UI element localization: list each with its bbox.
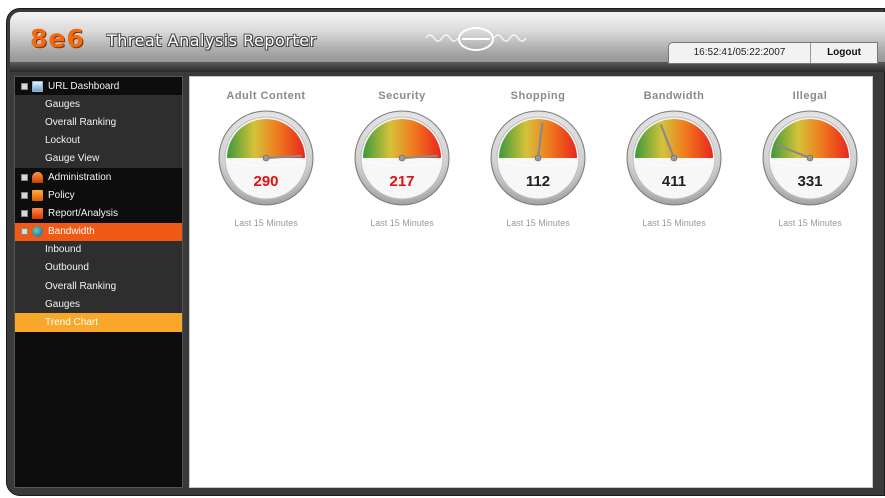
gauge-footer: Last 15 Minutes <box>506 218 570 228</box>
expand-toggle-icon[interactable] <box>21 191 28 199</box>
sidebar-item-outbound[interactable]: Outbound <box>15 258 182 278</box>
sidebar-item-label: Gauges <box>45 298 81 310</box>
gauge-value: 112 <box>525 173 551 190</box>
expand-toggle-icon[interactable] <box>21 209 28 217</box>
brand-logo: 8e6 <box>30 24 85 53</box>
sidebar-item-label: Overall Ranking <box>45 116 117 128</box>
gauge-hub <box>398 154 406 162</box>
sidebar-item-lockout[interactable]: Lockout <box>15 131 182 150</box>
gauge-title: Shopping <box>510 90 566 102</box>
gauge-value: 290 <box>253 173 279 190</box>
app-title: Threat Analysis Reporter <box>107 31 317 50</box>
sidebar-item-gauges[interactable]: Gauges <box>15 95 182 114</box>
sidebar-item-label: URL Dashboard <box>48 80 120 92</box>
sidebar-item-label: Overall Ranking <box>45 280 117 292</box>
gauge-dial-icon <box>490 110 586 206</box>
gauge-title: Illegal <box>792 90 828 102</box>
gauge-illegal[interactable]: Illegal 331 Last 15 Minutes <box>750 77 870 237</box>
status-bar: 16:52:41/05:22:2007 Logout <box>668 42 878 64</box>
gauge-dial-icon <box>626 110 722 206</box>
gauge-hub <box>534 154 542 162</box>
sidebar-item-gauges[interactable]: Gauges <box>15 295 182 314</box>
policy-icon <box>32 189 43 201</box>
sidebar-item-bandwidth[interactable]: Bandwidth <box>15 222 182 241</box>
sidebar-item-label: Gauge View <box>45 153 100 165</box>
sidebar-item-overall-ranking[interactable]: Overall Ranking <box>15 113 182 132</box>
gauge-shopping[interactable]: Shopping 112 Last 15 Minutes <box>478 77 598 237</box>
gauge-title: Bandwidth <box>643 90 705 102</box>
gauge-hub <box>670 154 678 162</box>
sidebar-item-label: Gauges <box>45 98 81 110</box>
expand-toggle-icon[interactable] <box>21 82 28 90</box>
gauge-dial-icon <box>218 110 314 206</box>
sidebar-item-label: Lockout <box>45 135 81 147</box>
gauge-panel: Adult Content 290 Last 15 Minutes Securi… <box>189 76 873 488</box>
report-analysis-icon <box>32 207 43 219</box>
sidebar-item-trend-chart[interactable]: Trend Chart <box>15 313 182 332</box>
sidebar-item-administration[interactable]: Administration <box>15 168 182 186</box>
gauge-hub <box>806 154 814 162</box>
sidebar-item-label: Bandwidth <box>48 226 95 238</box>
gauge-value: 217 <box>389 173 415 190</box>
sidebar-item-report-analysis[interactable]: Report/Analysis <box>15 204 182 222</box>
gauge-footer: Last 15 Minutes <box>370 218 434 228</box>
gauge-adult-content[interactable]: Adult Content 290 Last 15 Minutes <box>206 77 326 237</box>
timestamp: 16:52:41/05:22:2007 <box>669 43 811 63</box>
emblem-icon <box>425 27 527 51</box>
bandwidth-icon <box>32 226 43 238</box>
gauge-dial-icon <box>354 110 450 206</box>
sidebar-item-inbound[interactable]: Inbound <box>15 240 182 259</box>
sidebar-item-label: Outbound <box>45 262 89 274</box>
gauge-security[interactable]: Security 217 Last 15 Minutes <box>342 77 462 237</box>
sidebar-item-gauge-view[interactable]: Gauge View <box>15 149 182 168</box>
gauge-bandwidth[interactable]: Bandwidth 411 Last 15 Minutes <box>614 77 734 237</box>
sidebar-item-policy[interactable]: Policy <box>15 186 182 204</box>
gauge-title: Security <box>378 90 426 102</box>
sidebar-item-label: Inbound <box>45 244 82 256</box>
gauge-footer: Last 15 Minutes <box>778 218 842 228</box>
logout-button[interactable]: Logout <box>811 43 877 63</box>
expand-toggle-icon[interactable] <box>21 228 28 236</box>
gauge-value: 331 <box>797 173 823 190</box>
expand-toggle-icon[interactable] <box>21 173 28 181</box>
sidebar-item-label: Report/Analysis <box>48 207 119 219</box>
gauge-hub <box>262 154 270 162</box>
sidebar-item-label: Policy <box>48 189 75 201</box>
gauge-value: 411 <box>661 173 687 190</box>
gauge-footer: Last 15 Minutes <box>642 218 706 228</box>
sidebar-item-overall-ranking[interactable]: Overall Ranking <box>15 277 182 296</box>
administration-icon <box>32 171 43 183</box>
sidebar-item-url-dashboard[interactable]: URL Dashboard <box>15 77 182 95</box>
url-dashboard-icon <box>32 80 43 92</box>
gauge-footer: Last 15 Minutes <box>234 218 298 228</box>
sidebar-nav: URL Dashboard Gauges Overall Ranking Loc… <box>14 76 183 488</box>
gauge-dial-icon <box>762 110 858 206</box>
gauge-title: Adult Content <box>226 90 306 102</box>
sidebar-item-label: Trend Chart <box>45 317 98 329</box>
sidebar-item-label: Administration <box>48 171 112 183</box>
